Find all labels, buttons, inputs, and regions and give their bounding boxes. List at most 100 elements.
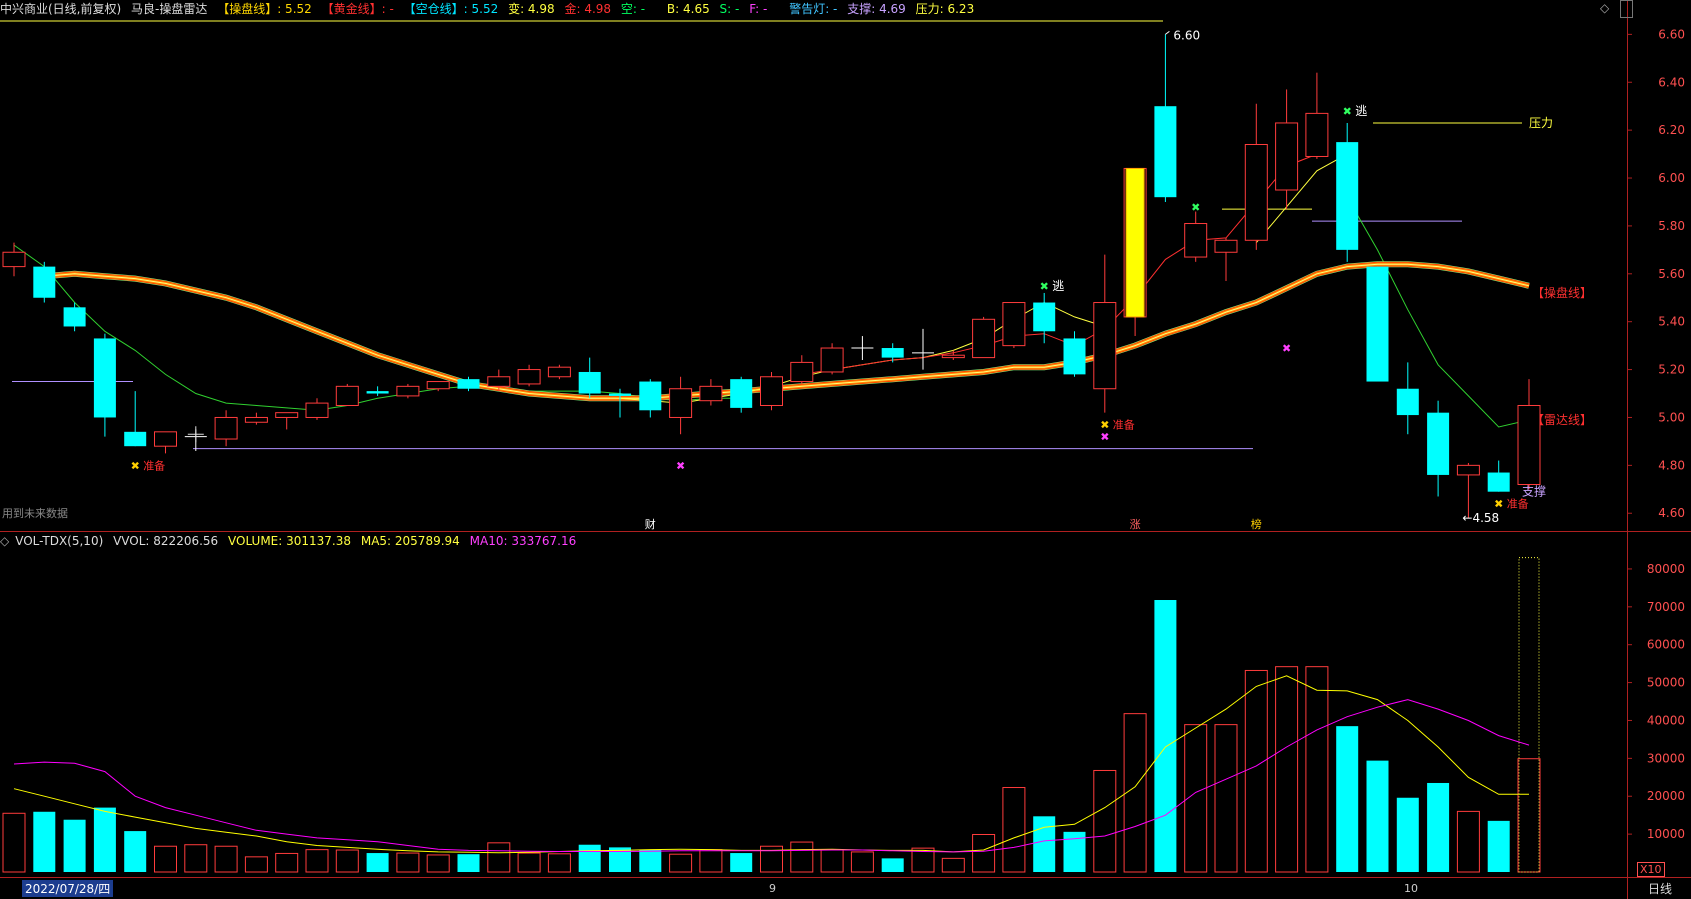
kline-chart[interactable]: 4.60 4.80 5.00 5.20 5.40 5.60 5.80 6.00 6.20 6.40… [0, 0, 1691, 899]
candle-body [487, 376, 511, 387]
volume-bar [184, 844, 208, 873]
candle-body [820, 347, 844, 373]
candle-body [1154, 106, 1177, 198]
candle-body [244, 416, 268, 423]
volume-bar [820, 849, 844, 873]
candle-body [1214, 239, 1238, 253]
escape-marker: ✖ [1343, 105, 1352, 118]
volume-bar [1033, 816, 1056, 872]
candle-body [2, 251, 26, 268]
volume-bar [63, 819, 86, 872]
price-tick-label: 5.80 [1658, 219, 1685, 233]
candle-body [517, 369, 541, 385]
volume-bar [790, 841, 814, 873]
support-tag: 支撑 [1522, 484, 1546, 499]
jin-value: 金: 4.98 [564, 2, 612, 16]
event-tag-cai: 财 [645, 517, 656, 531]
candle [547, 364, 571, 380]
volume-bar [1123, 713, 1147, 873]
support-value: 支撑: 4.69 [847, 2, 906, 16]
pan-line [44, 262, 1530, 400]
period-label[interactable]: 日线 [1648, 880, 1672, 897]
volume-header: ◇ VOL-TDX(5,10) VVOL: 822206.56 VOLUME: 3… [0, 534, 582, 548]
candle [1033, 292, 1056, 344]
candle [1093, 254, 1117, 413]
volume-bar [2, 812, 26, 873]
candle-body [760, 376, 783, 406]
stock-title[interactable]: 中兴商业(日线,前复权) [0, 2, 121, 16]
candle [275, 412, 299, 430]
indicator-name[interactable]: 马良-操盘雷达 [131, 2, 207, 16]
candle-body [639, 381, 662, 411]
volume-bar [1396, 797, 1419, 872]
volume-tick-label: 10000 [1647, 827, 1685, 841]
price-tick-label: 5.60 [1658, 267, 1685, 281]
volume-bar [33, 811, 56, 872]
candle-body [1093, 302, 1117, 390]
candle-body [1184, 223, 1208, 258]
pan-line-glow [44, 261, 1530, 402]
candle [730, 376, 753, 413]
candle [912, 328, 934, 370]
volume-bar [1093, 769, 1117, 873]
candle-body [124, 431, 147, 447]
candle [33, 261, 56, 303]
pan-line-label: 【操盘线】: 5.52 [217, 2, 312, 16]
yellow-line [619, 153, 1348, 404]
magenta-marker: ✖ [1100, 431, 1109, 444]
volume-tick-label: 50000 [1647, 676, 1685, 690]
price-tick-label: 6.00 [1658, 171, 1685, 185]
volume-bar [850, 851, 874, 873]
volume-bar [730, 853, 753, 872]
volume-bar [1002, 787, 1026, 873]
volume-value: VOLUME: 301137.38 [228, 534, 352, 548]
candle [639, 379, 662, 418]
prepare-marker: ✖ [1494, 498, 1503, 511]
price-tick-label: 5.00 [1658, 410, 1685, 424]
escape-marker: ✖ [1040, 280, 1049, 293]
candle-body [396, 385, 420, 397]
square-icon[interactable]: ◇ [0, 534, 9, 548]
pressure-tag: 压力 [1529, 116, 1553, 130]
candle-body [699, 385, 723, 402]
prepare-label: 准备 [1507, 497, 1529, 511]
candle [1002, 302, 1026, 349]
volume-bar [669, 853, 693, 873]
candle [63, 302, 86, 332]
price-tick-label: 5.40 [1658, 315, 1685, 329]
volume-tick-label: 60000 [1647, 638, 1685, 652]
candle-body [1427, 412, 1450, 475]
candle-body [1366, 266, 1389, 382]
volume-bar [639, 849, 662, 872]
kong-line-label: 【空仓线】: 5.52 [403, 2, 499, 16]
volume-bar [1336, 726, 1359, 872]
limit-up-highlight [1125, 167, 1145, 318]
high-price-label: 6.60 [1173, 28, 1200, 42]
candle-body [1487, 472, 1510, 492]
volume-tick-label: 40000 [1647, 713, 1685, 727]
warn-value: 警告灯: - [789, 2, 838, 16]
volume-indicator-name[interactable]: VOL-TDX(5,10) [15, 534, 103, 548]
month-label-9: 9 [769, 882, 776, 895]
volume-bar [275, 852, 299, 873]
candle-body [33, 266, 56, 298]
candle [1305, 72, 1329, 159]
candle [335, 383, 359, 406]
ma10-value: MA10: 333767.16 [469, 534, 577, 548]
candle-body [578, 371, 601, 394]
event-tag-zhang: 涨 [1130, 518, 1141, 531]
volume-bar [396, 852, 420, 873]
candle [760, 371, 783, 411]
scroll-handle-icon[interactable] [1620, 0, 1633, 18]
candle [1396, 362, 1419, 435]
volume-bar [124, 831, 147, 872]
volume-bar [881, 858, 904, 872]
candle-body [366, 391, 389, 394]
candle [1244, 103, 1268, 250]
candle [699, 379, 723, 406]
diamond-icon[interactable]: ◇ [1600, 1, 1609, 15]
date-label[interactable]: 2022/07/28/四 [22, 880, 114, 897]
candle [244, 412, 268, 425]
prepare-label: 准备 [143, 458, 165, 472]
price-tick-label: 6.40 [1658, 75, 1685, 89]
